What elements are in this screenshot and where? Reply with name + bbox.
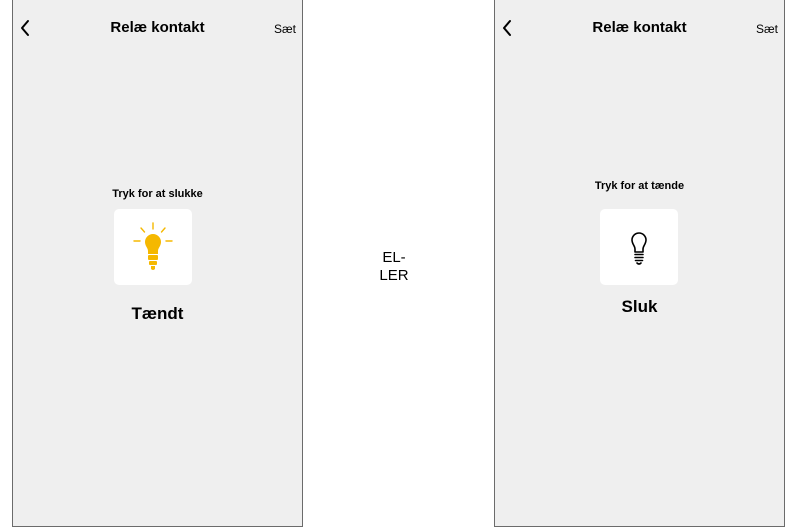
page-title: Relæ kontakt <box>592 19 687 36</box>
instruction-text: Tryk for at slukke <box>112 188 203 200</box>
relay-toggle-button[interactable] <box>600 209 678 285</box>
relay-toggle-button[interactable] <box>114 209 192 285</box>
set-button[interactable]: Sæt <box>756 22 778 36</box>
phone-screen-on: Relæ kontakt Sæt Tryk for at slukke Tænd… <box>12 0 303 527</box>
phone-screen-off: Relæ kontakt Sæt Tryk for at tænde Sluk <box>494 0 785 527</box>
page-title: Relæ kontakt <box>110 19 205 36</box>
set-button[interactable]: Sæt <box>274 22 296 36</box>
app-header: Relæ kontakt Sæt <box>13 0 302 50</box>
relay-state-label: Tændt <box>131 304 184 323</box>
or-separator-line1: EL- <box>382 249 406 266</box>
lightbulb-on-icon <box>133 222 173 270</box>
or-separator-line2: LER <box>379 267 409 284</box>
app-header: Relæ kontakt Sæt <box>495 0 784 50</box>
relay-state-label: Sluk <box>621 297 658 316</box>
lightbulb-off-icon <box>631 232 647 265</box>
or-separator: EL- LER <box>354 249 434 285</box>
instruction-text: Tryk for at tænde <box>594 180 685 192</box>
